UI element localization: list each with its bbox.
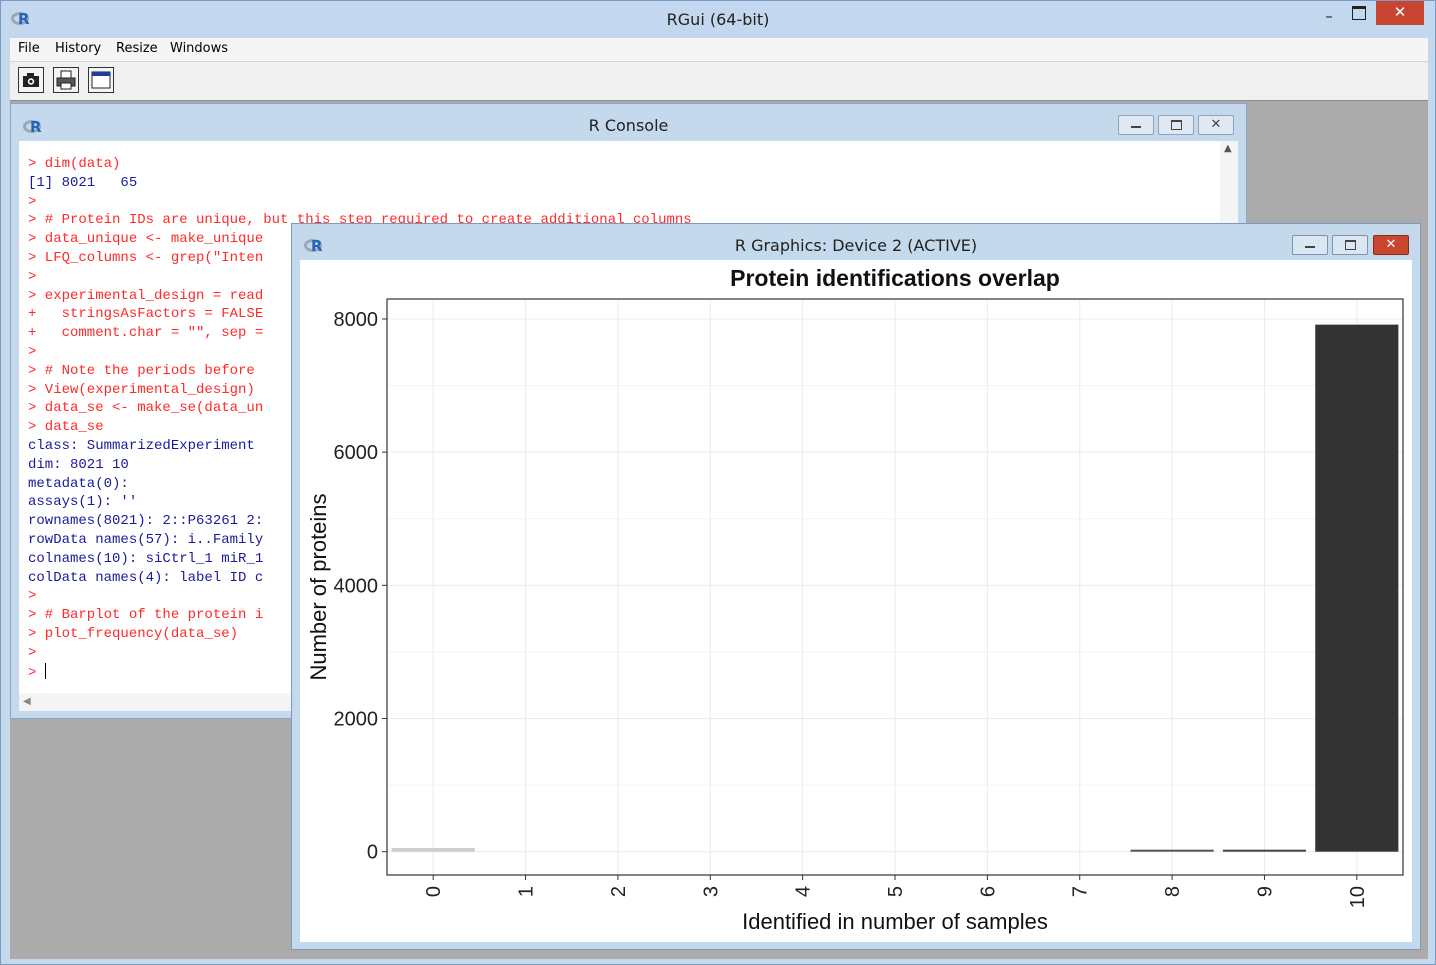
chart-title: Protein identifications overlap	[730, 265, 1060, 291]
console-input-line: >	[28, 193, 37, 210]
bar	[1130, 849, 1214, 852]
maximize-icon	[1352, 6, 1366, 20]
console-input-line: >	[28, 644, 37, 661]
scroll-left-icon[interactable]: ◀	[23, 696, 31, 707]
graphics-minimize-button[interactable]	[1292, 235, 1328, 255]
y-tick-label: 2000	[334, 709, 379, 731]
console-output-line: colnames(10): siCtrl_1 miR_1	[28, 550, 264, 567]
console-input-line: > View(experimental_design)	[28, 381, 255, 398]
console-input-line: >	[28, 268, 37, 285]
print-button[interactable]	[53, 67, 79, 93]
minimize-icon	[1305, 246, 1315, 248]
console-input-line: + comment.char = "", sep =	[28, 325, 264, 342]
console-input-line: > data_se	[28, 419, 104, 436]
x-tick-label: 2	[608, 886, 630, 897]
x-tick-label: 9	[1254, 886, 1276, 897]
console-restore-button[interactable]	[1158, 115, 1194, 135]
y-tick-label: 6000	[334, 442, 379, 464]
close-icon: ✕	[1393, 3, 1407, 21]
console-window-button[interactable]	[88, 67, 114, 93]
y-tick-label: 0	[367, 842, 378, 864]
console-input-line: > # Note the periods before	[28, 362, 255, 379]
console-output-line: rowData names(57): i..Family	[28, 532, 264, 548]
x-tick-label: 6	[977, 886, 999, 897]
menu-file[interactable]: File	[18, 41, 40, 56]
window-icon	[91, 71, 111, 89]
minimize-button[interactable]: –	[1314, 7, 1344, 29]
app-title-bar: R RGui (64-bit) – ✕	[1, 1, 1435, 37]
y-tick-label: 8000	[334, 309, 379, 331]
graphics-close-button[interactable]: ✕	[1373, 235, 1409, 255]
console-input-line: > data_se <- make_se(data_un	[28, 400, 264, 417]
graphics-device: 0 2000 4000 6000 8000 0 1 2 3 4 5 6 7 8 9 10 Protein ide…	[300, 260, 1412, 942]
menu-bar: File History Resize Windows	[10, 38, 1428, 61]
console-output-line: colData names(4): label ID c	[28, 569, 264, 586]
console-output-line: metadata(0):	[28, 475, 129, 492]
camera-icon	[23, 73, 39, 87]
graphics-restore-button[interactable]	[1332, 235, 1368, 255]
x-tick-label: 5	[885, 886, 907, 897]
console-output-line: assays(1): ''	[28, 494, 138, 511]
barplot-chart: 0 2000 4000 6000 8000 0 1 2 3 4 5 6 7 8 9 10 Protein ide…	[306, 265, 1404, 934]
bar	[1222, 849, 1307, 852]
console-output-line: rownames(8021): 2::P63261 2:	[28, 513, 264, 530]
y-axis-label: Number of proteins	[306, 493, 331, 680]
x-tick-label: 0	[423, 886, 445, 897]
console-minimize-button[interactable]	[1118, 115, 1154, 135]
maximize-button[interactable]	[1344, 6, 1374, 28]
console-output-line: class: SummarizedExperiment	[28, 438, 255, 454]
console-input-line: > LFQ_columns <- grep("Inten	[28, 250, 264, 266]
close-button[interactable]: ✕	[1376, 1, 1424, 25]
y-tick-label: 4000	[334, 575, 379, 597]
console-input-line: > dim(data)	[28, 156, 121, 172]
console-close-button[interactable]: ✕	[1198, 115, 1234, 135]
x-tick-label: 1	[516, 886, 538, 897]
restore-icon	[1171, 120, 1182, 130]
restore-icon	[1345, 240, 1356, 250]
text-cursor	[44, 662, 46, 679]
x-axis-label: Identified in number of samples	[742, 909, 1048, 934]
copy-to-clipboard-button[interactable]	[18, 67, 44, 93]
console-input-line: >	[28, 588, 37, 605]
scroll-up-icon[interactable]: ▲	[1224, 143, 1232, 154]
rgui-main-window: R RGui (64-bit) – ✕ File History Resize …	[0, 0, 1436, 965]
menu-resize[interactable]: Resize	[116, 41, 158, 56]
menu-history[interactable]: History	[55, 41, 101, 56]
r-graphics-window[interactable]: R R Graphics: Device 2 (ACTIVE) ✕ 0 2000 4…	[291, 223, 1421, 950]
bar	[1315, 324, 1399, 852]
x-tick-label: 4	[793, 886, 815, 897]
toolbar	[10, 61, 1428, 102]
console-input-line: > experimental_design = read	[28, 287, 264, 304]
x-tick-label: 7	[1070, 886, 1092, 897]
print-icon	[56, 70, 76, 90]
x-tick-label: 10	[1347, 886, 1369, 908]
minimize-icon	[1131, 126, 1141, 128]
console-input-line: > data_unique <- make_unique	[28, 231, 264, 248]
graphics-title: R Graphics: Device 2 (ACTIVE)	[734, 236, 978, 255]
close-icon: ✕	[1210, 117, 1222, 132]
app-title: RGui (64-bit)	[666, 10, 770, 29]
console-output-line: [1] 8021 65	[28, 174, 138, 191]
console-title: R Console	[588, 116, 669, 135]
console-input-line: > plot_frequency(data_se)	[28, 626, 239, 642]
menu-windows[interactable]: Windows	[170, 41, 228, 56]
console-output-line: dim: 8021 10	[28, 456, 129, 473]
console-input-line: >	[28, 344, 37, 360]
x-tick-label: 8	[1162, 886, 1184, 897]
console-input-line: > # Barplot of the protein i	[28, 607, 264, 624]
close-icon: ✕	[1385, 237, 1397, 252]
x-tick-label: 3	[700, 886, 722, 897]
console-input-line: >	[28, 662, 46, 681]
bar	[391, 848, 475, 852]
console-input-line: + stringsAsFactors = FALSE	[28, 306, 264, 323]
